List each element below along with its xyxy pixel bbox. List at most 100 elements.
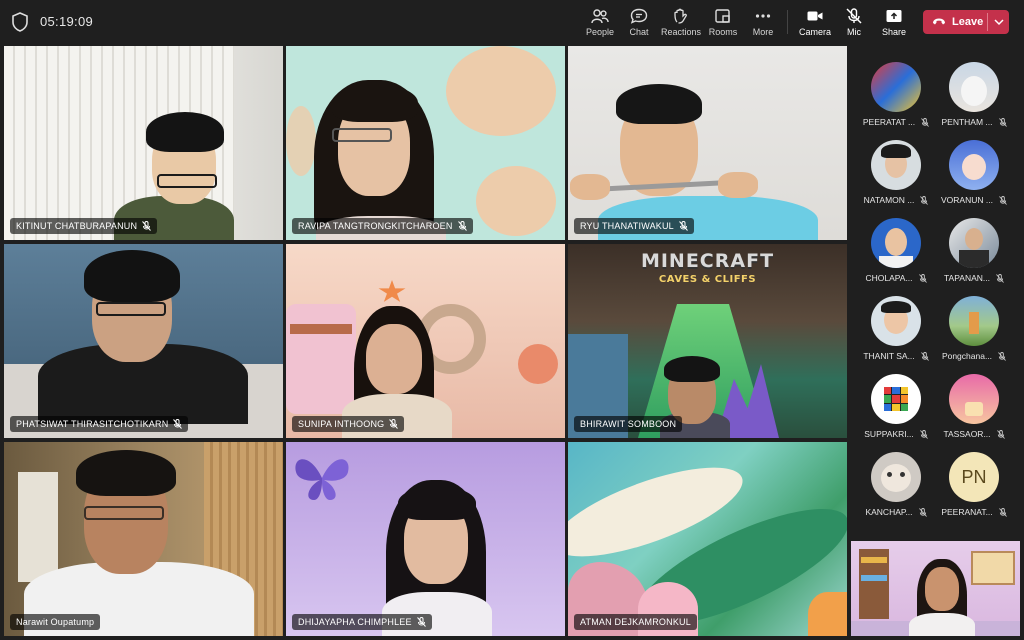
mic-off-icon — [142, 221, 152, 231]
more-button[interactable]: More — [739, 6, 787, 40]
participant-name: SUNIPA INTHOONG — [298, 419, 385, 429]
participant-name: KITINUT CHATBURAPANUN — [16, 221, 138, 231]
meeting-toolbar: 05:19:09 People Chat Reactions Rooms Mor… — [0, 0, 1024, 44]
chat-button[interactable]: Chat — [615, 6, 663, 40]
participant-entry[interactable]: KANCHAP... — [854, 452, 938, 522]
video-tile[interactable]: KITINUT CHATBURAPANUN — [4, 46, 283, 240]
participant-name: KANCHAP... — [865, 507, 913, 517]
participant-name: VORANUN ... — [941, 195, 993, 205]
participant-name-tag: ATMAN DEJKAMRONKUL — [574, 614, 697, 630]
mic-off-icon — [920, 195, 929, 205]
mic-off-icon — [846, 8, 862, 24]
participant-name: RYU THANATIWAKUL — [580, 221, 674, 231]
video-tile[interactable]: MINECRAFT CAVES & CLIFFS BHIRAWIT SOMBOO… — [568, 244, 847, 438]
avatar — [871, 296, 921, 346]
participant-name: NATAMON ... — [863, 195, 915, 205]
avatar — [949, 140, 999, 190]
chevron-down-icon[interactable] — [993, 15, 1005, 29]
mic-off-icon — [999, 195, 1007, 205]
background-subtitle: CAVES & CLIFFS — [658, 274, 757, 285]
video-tile[interactable]: DHIJAYAPHA CHIMPHLEE — [286, 442, 565, 636]
participant-entry[interactable]: SUPPAKRI... — [854, 374, 938, 444]
avatar — [871, 140, 921, 190]
avatar-initials: PN — [949, 452, 999, 502]
participant-name: CHOLAPA... — [865, 273, 913, 283]
more-icon — [755, 14, 771, 18]
mic-off-icon — [921, 117, 930, 127]
participant-name: Narawit Oupatump — [16, 617, 95, 627]
mic-off-icon — [918, 273, 927, 283]
mic-off-icon — [679, 221, 688, 231]
participant-name: THANIT SA... — [863, 351, 915, 361]
participant-entry[interactable]: PENTHAM ... — [932, 62, 1016, 132]
participant-name-tag: SUNIPA INTHOONG — [292, 416, 405, 432]
participant-entry[interactable]: CHOLAPA... — [854, 218, 938, 288]
mic-off-icon — [998, 351, 1006, 361]
participant-name: PENTHAM ... — [941, 117, 993, 127]
participant-name-tag: Narawit Oupatump — [10, 614, 101, 630]
avatar — [871, 62, 921, 112]
video-tile[interactable]: RAVIPA TANGTRONGKITCHAROEN — [286, 46, 565, 240]
shield-icon — [12, 12, 28, 32]
participant-name-tag: PHATSIWAT THIRASITCHOTIKARN — [10, 416, 189, 432]
participant-name-tag: RAVIPA TANGTRONGKITCHAROEN — [292, 218, 473, 234]
share-icon — [886, 10, 902, 22]
video-tile[interactable]: ATMAN DEJKAMRONKUL — [568, 442, 847, 636]
participant-entry[interactable]: VORANUN ... — [932, 140, 1016, 210]
avatar — [871, 452, 921, 502]
participant-name: PEERATAT ... — [862, 117, 916, 127]
mic-off-icon — [919, 429, 928, 439]
rooms-icon — [715, 9, 730, 23]
participant-entry[interactable]: PEERATAT ... — [854, 62, 938, 132]
participant-name-tag: BHIRAWIT SOMBOON — [574, 416, 683, 432]
background-title: MINECRAFT — [640, 250, 775, 272]
mic-off-icon — [918, 507, 927, 517]
share-button[interactable]: Share — [870, 6, 918, 40]
participant-entry[interactable]: Pongchana... — [932, 296, 1016, 366]
participant-entry[interactable]: THANIT SA... — [854, 296, 938, 366]
meeting-timer: 05:19:09 — [40, 14, 94, 29]
participant-name: TAPANAN... — [944, 273, 990, 283]
chat-label: Chat — [629, 27, 649, 37]
participant-name: Pongchana... — [941, 351, 993, 361]
participant-name-tag: KITINUT CHATBURAPANUN — [10, 218, 158, 234]
chat-icon — [630, 8, 648, 24]
mic-off-icon — [457, 221, 467, 231]
participant-name: RAVIPA TANGTRONGKITCHAROEN — [298, 221, 453, 231]
mic-off-icon — [996, 273, 1004, 283]
participant-entry[interactable]: TAPANAN... — [932, 218, 1016, 288]
avatar — [949, 218, 999, 268]
avatar — [949, 62, 999, 112]
avatar — [949, 296, 999, 346]
participant-entry[interactable]: NATAMON ... — [854, 140, 938, 210]
raise-hand-icon — [674, 8, 687, 24]
participant-name: PHATSIWAT THIRASITCHOTIKARN — [16, 419, 169, 429]
participant-name: DHIJAYAPHA CHIMPHLEE — [298, 617, 412, 627]
video-tile[interactable]: RYU THANATIWAKUL — [568, 46, 847, 240]
more-label: More — [752, 27, 774, 37]
participant-entry[interactable]: TASSAOR... — [932, 374, 1016, 444]
video-tile[interactable]: PHATSIWAT THIRASITCHOTIKARN — [4, 244, 283, 438]
mic-off-icon — [920, 351, 929, 361]
mic-off-icon — [998, 117, 1007, 127]
self-view-video[interactable] — [851, 541, 1020, 636]
participant-name: PEERANAT... — [941, 507, 993, 517]
participant-entry[interactable]: PN PEERANAT... — [932, 452, 1016, 522]
mic-off-icon — [996, 429, 1005, 439]
leave-label: Leave — [952, 16, 984, 28]
leave-button[interactable]: Leave — [923, 10, 1009, 34]
participant-name: TASSAOR... — [943, 429, 991, 439]
video-tile-active-speaker[interactable]: Narawit Oupatump — [4, 442, 283, 636]
people-icon — [591, 9, 609, 24]
butterfly-icon — [295, 459, 349, 500]
mic-off-icon — [998, 507, 1007, 517]
participant-name: ATMAN DEJKAMRONKUL — [580, 617, 691, 627]
video-tile[interactable]: SUNIPA INTHOONG — [286, 244, 565, 438]
mic-off-icon — [173, 419, 183, 429]
avatar — [949, 374, 999, 424]
participant-name: SUPPAKRI... — [864, 429, 914, 439]
participant-name: BHIRAWIT SOMBOON — [580, 419, 677, 429]
reactions-button[interactable]: Reactions — [657, 6, 705, 40]
avatar — [871, 218, 921, 268]
participant-name-tag: DHIJAYAPHA CHIMPHLEE — [292, 614, 432, 630]
